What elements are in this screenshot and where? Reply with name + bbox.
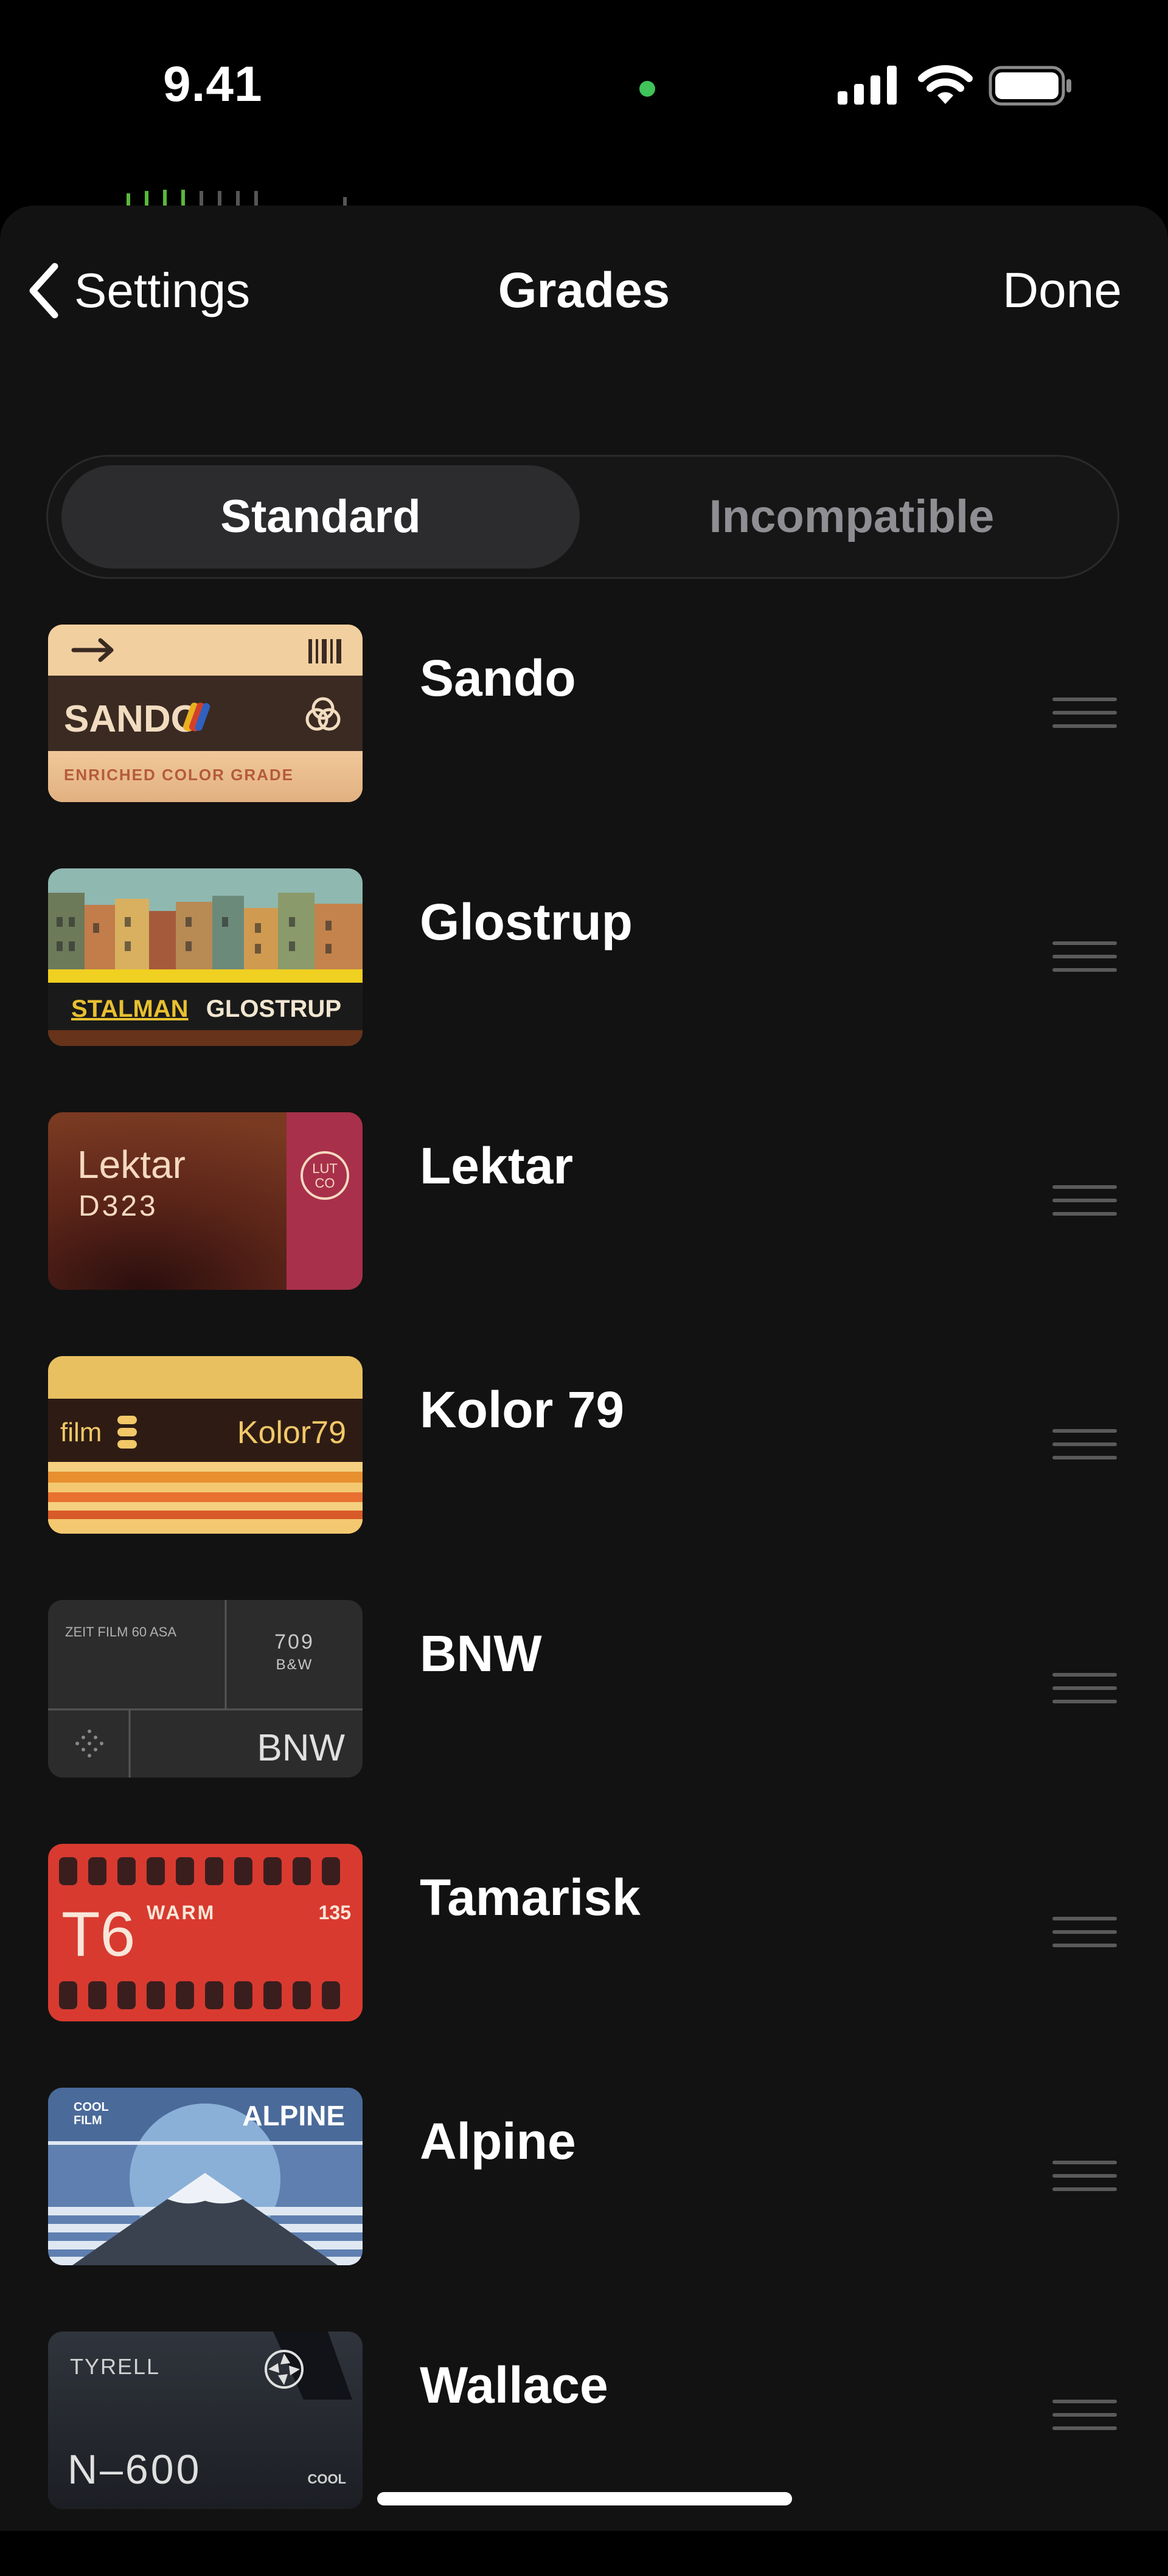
thumb-left-text: STALMAN — [71, 995, 189, 1022]
grade-thumbnail: COOL FILM ALPINE — [48, 2088, 363, 2265]
thumb-code: D323 — [78, 1190, 158, 1222]
grade-thumbnail: T6 WARM 135 — [48, 1844, 363, 2021]
reorder-handle-icon[interactable] — [1052, 2161, 1117, 2192]
grade-name: Lektar — [420, 1137, 574, 1194]
thumb-code: T6 — [61, 1899, 135, 1970]
cellular-signal-icon — [838, 66, 897, 105]
thumb-top-right-num: 709 — [274, 1630, 315, 1653]
reorder-handle-icon[interactable] — [1052, 1185, 1117, 1217]
thumb-title: BNW — [257, 1727, 345, 1769]
thumb-brand: TYRELL — [70, 2354, 160, 2379]
reorder-handle-icon[interactable] — [1052, 698, 1117, 729]
segment-incompatible[interactable]: Incompatible — [596, 465, 1108, 569]
thumb-title: Lektar — [77, 1143, 186, 1186]
thumb-subtitle: ENRICHED COLOR GRADE — [64, 766, 294, 784]
grade-thumbnail: STALMAN GLOSTRUP — [48, 868, 363, 1046]
grade-row-alpine[interactable]: COOL FILM ALPINE Alpine — [0, 2088, 1168, 2332]
thumb-badge-bottom: CO — [315, 1175, 335, 1191]
grade-type-segmented-control: Standard Incompatible — [46, 455, 1119, 579]
recording-indicator — [639, 81, 655, 97]
grade-name: Kolor 79 — [420, 1381, 625, 1438]
thumb-tag: WARM — [147, 1902, 215, 1923]
grade-name: Alpine — [420, 2113, 576, 2170]
grade-thumbnail: TYRELL N–600 COOL — [48, 2332, 363, 2509]
status-bar: 9.41 — [0, 0, 1168, 182]
segment-standard[interactable]: Standard — [61, 465, 580, 569]
home-indicator — [377, 2492, 792, 2505]
thumb-badge-top: LUT — [312, 1161, 338, 1176]
thumb-num: 135 — [319, 1902, 351, 1923]
done-button[interactable]: Done — [1003, 260, 1122, 321]
page-title: Grades — [498, 263, 670, 318]
reorder-handle-icon[interactable] — [1052, 2400, 1117, 2431]
thumb-tag: COOL — [307, 2471, 346, 2487]
grade-name: Glostrup — [420, 893, 633, 950]
thumb-tag-bottom: FILM — [74, 2114, 102, 2127]
thumb-right-text: GLOSTRUP — [206, 995, 341, 1022]
battery-icon — [989, 66, 1071, 106]
grade-name: Tamarisk — [420, 1869, 641, 1926]
grade-row-bnw[interactable]: ZEIT FILM 60 ASA 709 B&W BNW BNW — [0, 1600, 1168, 1844]
thumb-code: N–600 — [68, 2446, 201, 2493]
grade-row-tamarisk[interactable]: T6 WARM 135 Tamarisk — [0, 1844, 1168, 2088]
thumb-right-text: Kolor79 — [237, 1415, 346, 1450]
grade-row-sando[interactable]: SANDO ENRICHED COLOR GRADE Sando — [0, 625, 1168, 869]
thumb-title: SANDO — [64, 698, 200, 740]
reorder-handle-icon[interactable] — [1052, 1429, 1117, 1461]
grade-thumbnail: Lektar D323 LUT CO — [48, 1112, 363, 1290]
grade-thumbnail: SANDO ENRICHED COLOR GRADE — [48, 625, 363, 802]
thumb-top-right-text: B&W — [276, 1657, 313, 1673]
grade-thumbnail: ZEIT FILM 60 ASA 709 B&W BNW — [48, 1600, 363, 1778]
grade-row-glostrup[interactable]: STALMAN GLOSTRUP Glostrup — [0, 868, 1168, 1113]
status-time: 9.41 — [163, 57, 263, 112]
grade-thumbnail: film Kolor79 — [48, 1356, 363, 1534]
grade-row-kolor-79[interactable]: film Kolor79 Kolor 79 — [0, 1356, 1168, 1601]
grade-name: Wallace — [420, 2356, 608, 2414]
grade-name: Sando — [420, 649, 576, 707]
grade-row-wallace[interactable]: TYRELL N–600 COOL Wallace — [0, 2332, 1168, 2576]
audio-level-meter — [127, 190, 347, 207]
reorder-handle-icon[interactable] — [1052, 941, 1117, 973]
thumb-left-text: film — [60, 1418, 102, 1447]
thumb-top-left: ZEIT FILM 60 ASA — [65, 1624, 176, 1639]
grade-row-lektar[interactable]: Lektar D323 LUT CO Lektar — [0, 1112, 1168, 1357]
thumb-title: ALPINE — [242, 2100, 345, 2131]
reorder-handle-icon[interactable] — [1052, 1917, 1117, 1948]
grade-name: BNW — [420, 1625, 542, 1682]
wifi-icon — [918, 65, 973, 104]
thumb-tag-top: COOL — [74, 2100, 109, 2114]
reorder-handle-icon[interactable] — [1052, 1673, 1117, 1705]
